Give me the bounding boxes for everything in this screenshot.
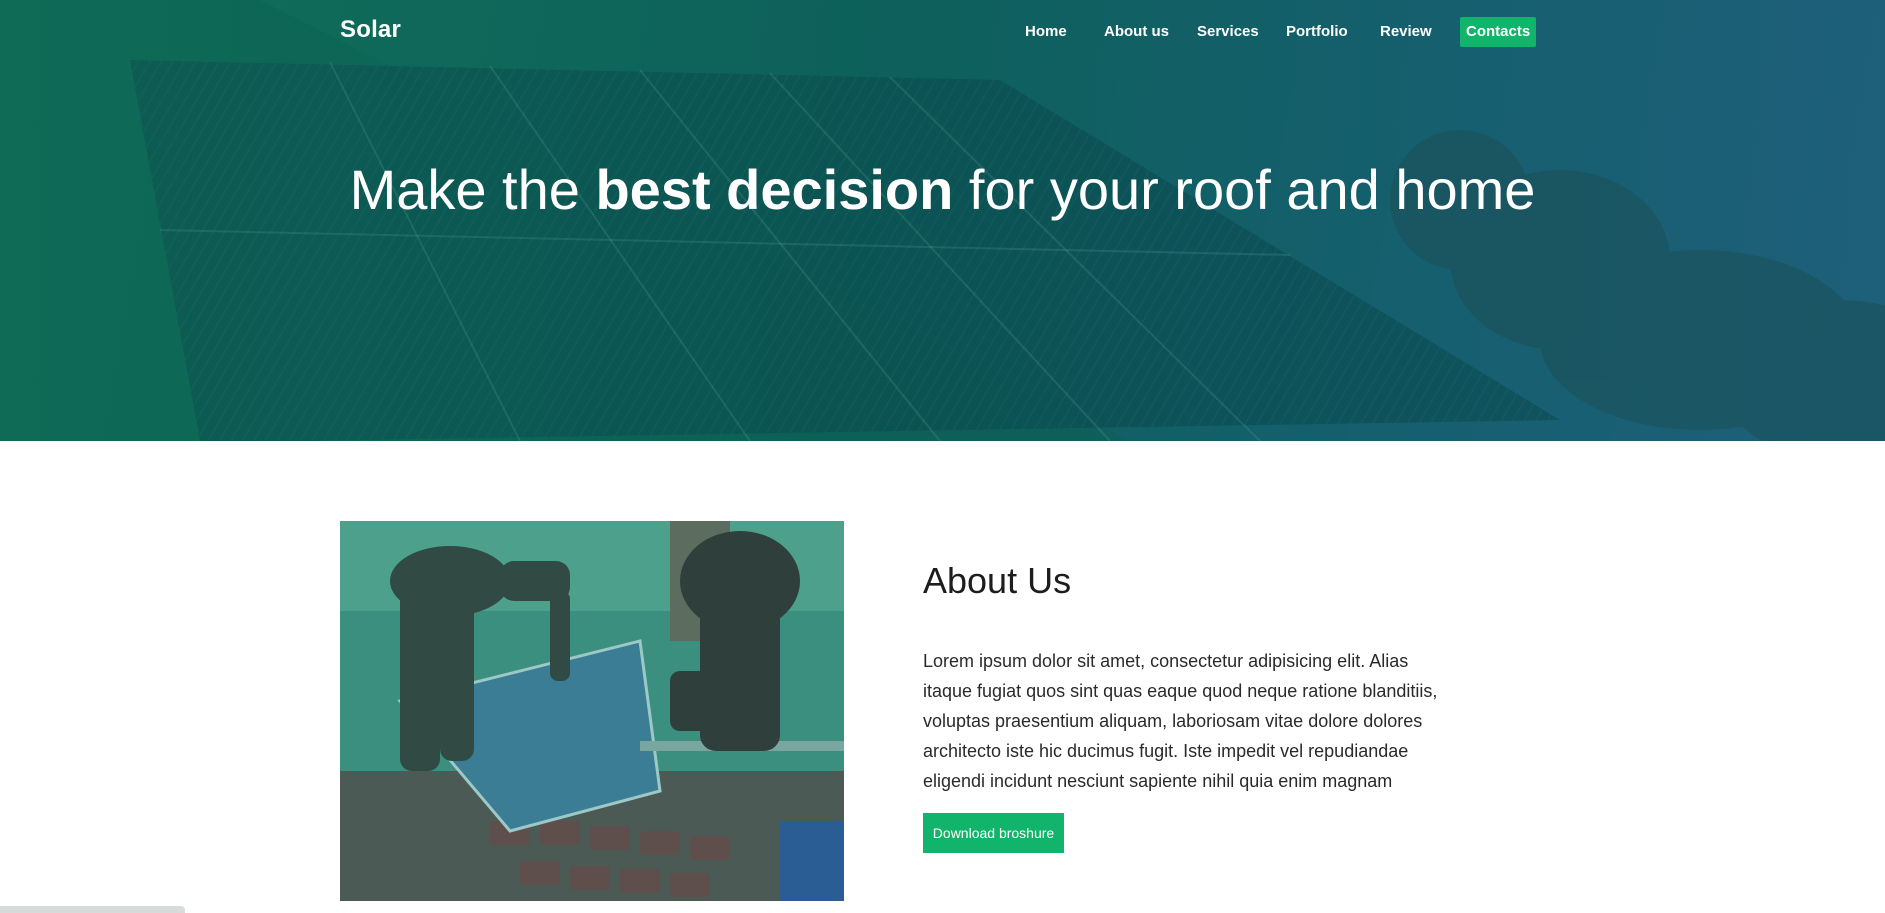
nav-link-home[interactable]: Home [1025, 17, 1067, 47]
hero-headline-post: for your roof and home [953, 158, 1536, 221]
nav-link-about-us[interactable]: About us [1104, 17, 1169, 47]
nav-link-review[interactable]: Review [1380, 17, 1432, 47]
nav-link-portfolio[interactable]: Portfolio [1286, 17, 1348, 47]
horizontal-scrollbar[interactable] [0, 906, 185, 913]
installers-photo-illustration [340, 521, 844, 901]
hero-headline-pre: Make the [349, 158, 596, 221]
hero-headline: Make the best decision for your roof and… [340, 162, 1545, 218]
top-navbar: Solar Home About us Services Portfolio R… [0, 0, 1885, 64]
about-installers-photo [340, 521, 844, 901]
hero-headline-bold: best decision [595, 158, 954, 221]
about-paragraph: Lorem ipsum dolor sit amet, consectetur … [923, 651, 1438, 791]
about-heading: About Us [923, 560, 1072, 601]
nav-link-services[interactable]: Services [1197, 17, 1259, 47]
nav-link-contacts[interactable]: Contacts [1460, 17, 1537, 47]
brand-logo[interactable]: Solar [340, 16, 401, 44]
hero-section: Solar Home About us Services Portfolio R… [0, 0, 1885, 441]
download-brochure-button[interactable]: Download broshure [923, 813, 1064, 853]
